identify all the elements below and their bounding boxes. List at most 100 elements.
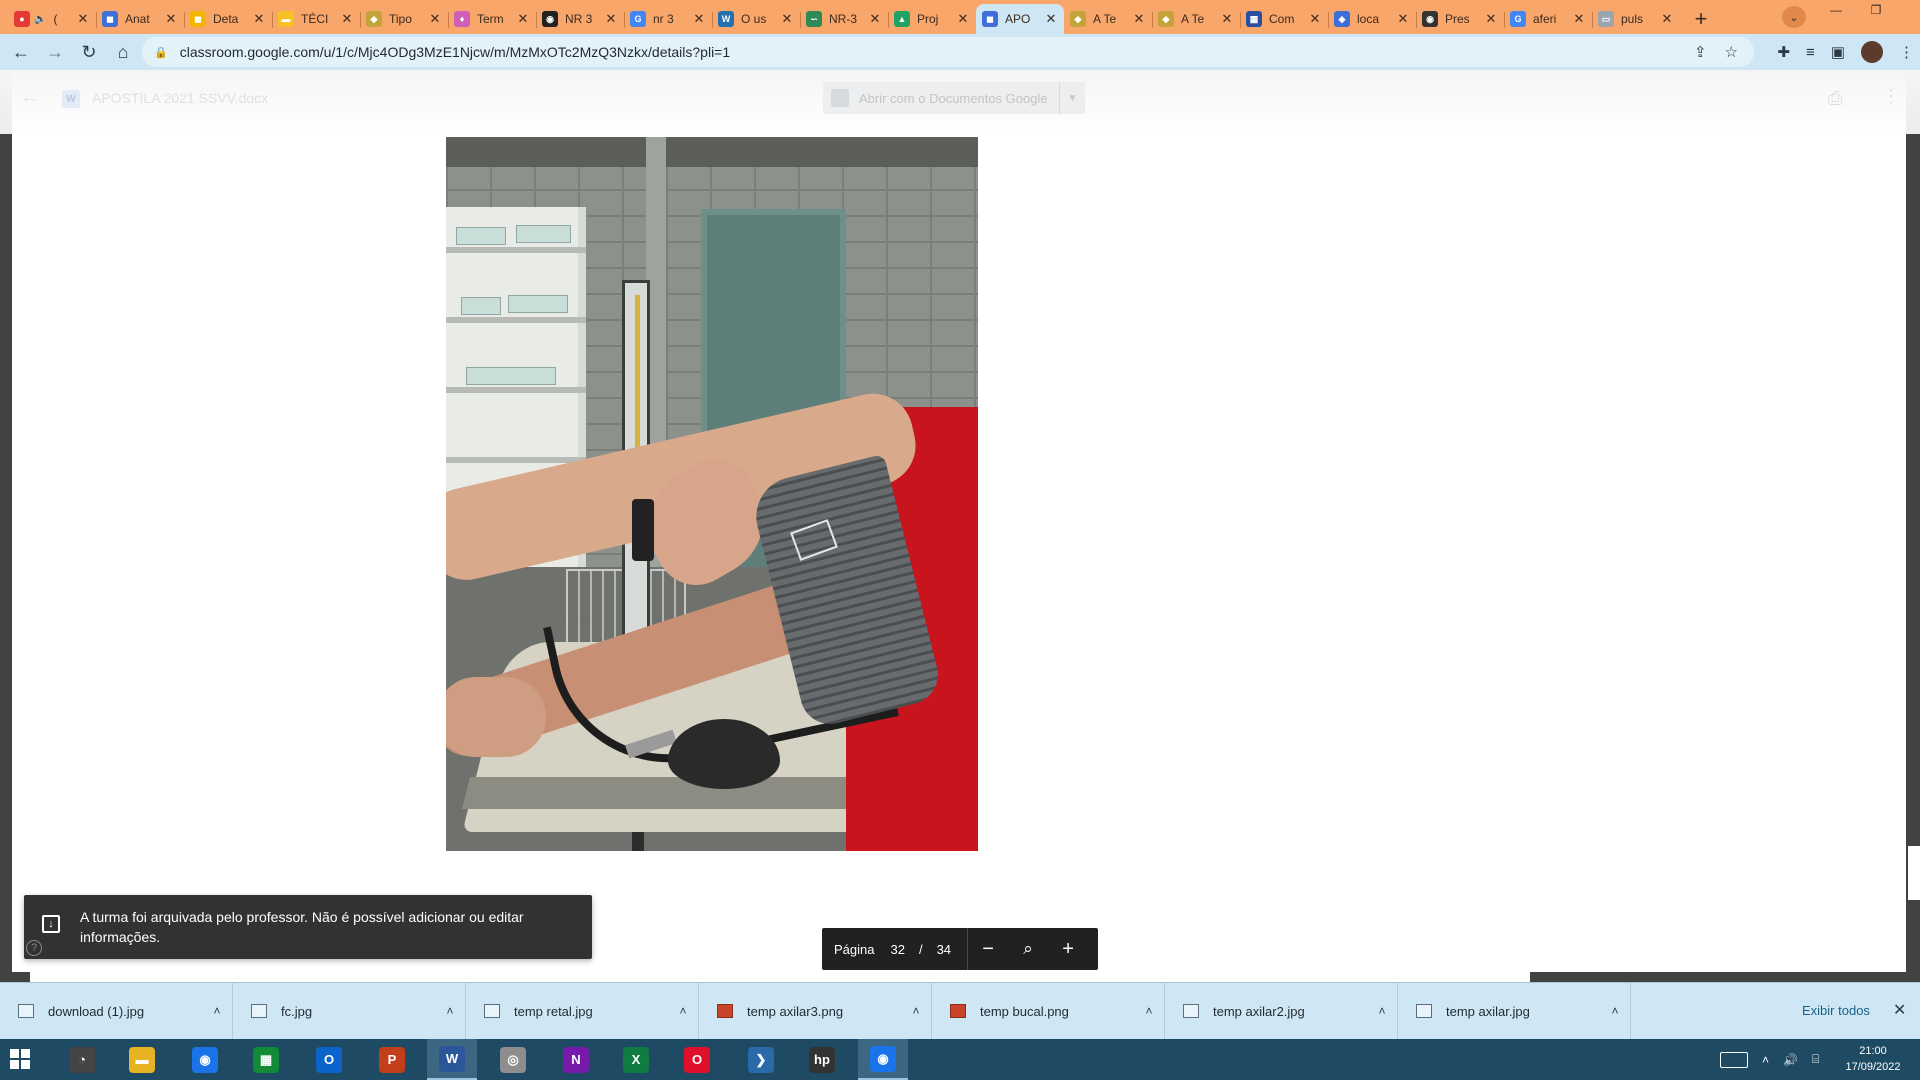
forward-icon[interactable]: → [40, 37, 70, 67]
side-panel-icon[interactable]: ▣ [1831, 43, 1845, 61]
tab-close-icon[interactable]: ✕ [1308, 11, 1322, 27]
browser-tab[interactable]: ♦ Term ✕ [448, 4, 536, 34]
download-options-chevron-icon[interactable]: ˄ [1134, 1004, 1164, 1018]
browser-tab[interactable]: ◉ NR 3 ✕ [536, 4, 624, 34]
browser-tab[interactable]: ● 🔈 (✕ [8, 4, 96, 34]
tab-close-icon[interactable]: ✕ [692, 11, 706, 27]
tab-audio-icon[interactable]: 🔈 [34, 14, 46, 25]
taskbar-hp-button[interactable]: hp [797, 1039, 847, 1080]
tray-chevron-icon[interactable]: ˄ [1762, 1053, 1769, 1067]
download-item[interactable]: temp retal.jpg ˄ [466, 982, 699, 1040]
open-with-dropdown-icon[interactable]: ▼ [1059, 82, 1085, 114]
download-item[interactable]: temp axilar2.jpg ˄ [1165, 982, 1398, 1040]
show-all-downloads-link[interactable]: Exibir todos [1802, 1003, 1870, 1018]
bookmark-star-icon[interactable]: ☆ [1725, 43, 1738, 61]
taskbar-chrome-button[interactable]: ◉ [180, 1039, 230, 1080]
browser-tab[interactable]: ◼ Anat ✕ [96, 4, 184, 34]
download-options-chevron-icon[interactable]: ˄ [668, 1004, 698, 1018]
print-icon[interactable]: ⎙ [1828, 88, 1842, 109]
tab-close-icon[interactable]: ✕ [780, 11, 794, 27]
tab-close-icon[interactable]: ✕ [1396, 11, 1410, 27]
browser-tab[interactable]: ◆ A Te ✕ [1152, 4, 1240, 34]
current-page-input[interactable]: 32 [890, 942, 904, 957]
horizontal-scrollbar[interactable] [30, 972, 1530, 982]
tab-close-icon[interactable]: ✕ [604, 11, 618, 27]
zoom-in-icon[interactable]: + [1048, 938, 1088, 961]
help-icon[interactable]: ? [26, 940, 42, 956]
download-item[interactable]: temp axilar3.png ˄ [699, 982, 932, 1040]
taskbar-chrome-active-button[interactable]: ◉ [858, 1039, 908, 1080]
browser-tab[interactable]: ▭ puls ✕ [1592, 4, 1680, 34]
taskbar-file-explorer-button[interactable]: ▬ [117, 1039, 167, 1080]
download-options-chevron-icon[interactable]: ˄ [202, 1004, 232, 1018]
tab-close-icon[interactable]: ✕ [1044, 11, 1058, 27]
open-with-button[interactable]: Abrir com o Documentos Google ▼ [823, 82, 1085, 114]
tab-close-icon[interactable]: ✕ [1220, 11, 1234, 27]
taskbar-word-button[interactable]: W [427, 1039, 477, 1080]
download-item[interactable]: temp axilar.jpg ˄ [1398, 982, 1631, 1040]
taskbar-excel-green-button[interactable]: ▦ [241, 1039, 291, 1080]
tab-close-icon[interactable]: ✕ [428, 11, 442, 27]
tab-close-icon[interactable]: ✕ [252, 11, 266, 27]
zoom-magnifier-icon[interactable]: ⌕ [1008, 939, 1048, 959]
zoom-out-icon[interactable]: − [968, 938, 1008, 961]
browser-tab[interactable]: ◈ loca ✕ [1328, 4, 1416, 34]
tab-close-icon[interactable]: ✕ [1132, 11, 1146, 27]
taskbar-powerpoint-button[interactable]: P [367, 1039, 417, 1080]
taskbar-onenote-button[interactable]: N [551, 1039, 601, 1080]
media-controls-icon[interactable]: ≡ [1806, 44, 1815, 61]
minimize-button[interactable]: — [1816, 0, 1856, 20]
viewer-back-icon[interactable]: ← [20, 86, 40, 109]
volume-icon[interactable]: 🔊 [1783, 1053, 1798, 1067]
browser-tab[interactable]: ▦ Com ✕ [1240, 4, 1328, 34]
tab-close-icon[interactable]: ✕ [956, 11, 970, 27]
tab-close-icon[interactable]: ✕ [340, 11, 354, 27]
browser-tab[interactable]: ▬ TÉCI ✕ [272, 4, 360, 34]
browser-tab[interactable]: ∽ NR-3 ✕ [800, 4, 888, 34]
restore-button[interactable]: ❐ [1856, 0, 1896, 20]
taskbar-media-player-button[interactable]: ◔ [57, 1039, 107, 1080]
tab-close-icon[interactable]: ✕ [1484, 11, 1498, 27]
address-bar[interactable]: 🔒 classroom.google.com/u/1/c/Mjc4ODg3MzE… [142, 37, 1754, 67]
tab-close-icon[interactable]: ✕ [516, 11, 530, 27]
browser-tab[interactable]: Gnr 3 ✕ [624, 4, 712, 34]
home-icon[interactable]: ⌂ [108, 37, 138, 67]
share-icon[interactable]: ⇪ [1694, 43, 1707, 61]
tab-close-icon[interactable]: ✕ [1660, 11, 1674, 27]
vertical-scrollbar[interactable] [1908, 846, 1920, 900]
download-options-chevron-icon[interactable]: ˄ [901, 1004, 931, 1018]
url-text[interactable]: classroom.google.com/u/1/c/Mjc4ODg3MzE1N… [180, 44, 730, 60]
browser-tab[interactable]: ▲ Proj ✕ [888, 4, 976, 34]
browser-tab[interactable]: ◆ A Te ✕ [1064, 4, 1152, 34]
browser-tab[interactable]: ◉ Pres ✕ [1416, 4, 1504, 34]
menu-icon[interactable]: ⋮ [1899, 43, 1914, 61]
tab-close-icon[interactable]: ✕ [164, 11, 178, 27]
taskbar-powershell-button[interactable]: ❯ [736, 1039, 786, 1080]
keyboard-icon[interactable] [1720, 1051, 1748, 1068]
tab-close-icon[interactable]: ✕ [1572, 11, 1586, 27]
browser-tab[interactable]: ◼ Deta ✕ [184, 4, 272, 34]
windows-start-icon[interactable] [10, 1049, 30, 1069]
download-item[interactable]: download (1).jpg ˄ [0, 982, 233, 1040]
browser-tab[interactable]: ◆ Tipo ✕ [360, 4, 448, 34]
lock-icon[interactable]: 🔒 [154, 46, 168, 59]
taskbar-clock[interactable]: 21:00 17/09/2022 [1838, 1043, 1908, 1075]
network-icon[interactable]: ⌸ [1812, 1052, 1819, 1067]
taskbar-excel-button[interactable]: X [611, 1039, 661, 1080]
download-options-chevron-icon[interactable]: ˄ [1367, 1004, 1397, 1018]
download-options-chevron-icon[interactable]: ˄ [435, 1004, 465, 1018]
browser-tab[interactable]: Gaferi ✕ [1504, 4, 1592, 34]
more-options-icon[interactable]: ⋮ [1882, 86, 1900, 107]
tab-search-button[interactable]: ⌄ [1782, 6, 1806, 28]
reload-icon[interactable]: ↻ [74, 37, 104, 67]
download-item[interactable]: fc.jpg ˄ [233, 982, 466, 1040]
taskbar-outlook-button[interactable]: O [304, 1039, 354, 1080]
profile-avatar[interactable] [1861, 41, 1883, 63]
download-item[interactable]: temp bucal.png ˄ [932, 982, 1165, 1040]
browser-tab[interactable]: W O us ✕ [712, 4, 800, 34]
back-icon[interactable]: ← [6, 37, 36, 67]
taskbar-opera-button[interactable]: O [672, 1039, 722, 1080]
download-options-chevron-icon[interactable]: ˄ [1600, 1004, 1630, 1018]
new-tab-button[interactable]: + [1686, 4, 1716, 34]
browser-tab[interactable]: ◼ APO ✕ [976, 4, 1064, 34]
